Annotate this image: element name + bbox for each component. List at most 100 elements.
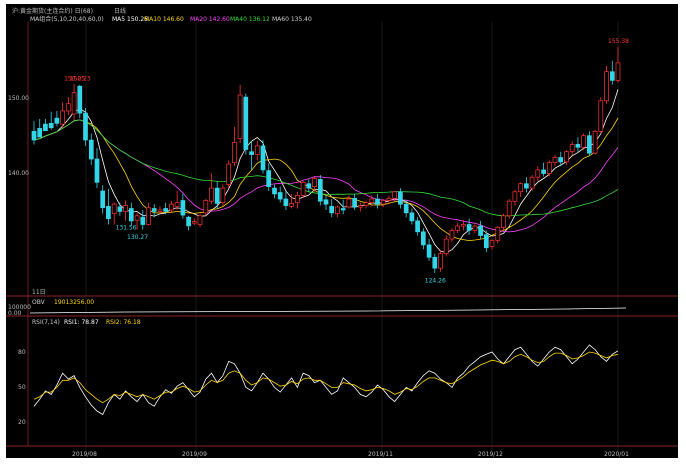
candle xyxy=(60,110,65,125)
mode-selector[interactable]: 日线 xyxy=(114,7,126,15)
candle xyxy=(357,205,363,208)
candle xyxy=(455,225,461,231)
price-annotations: 150.25150.23155.38130.27131.56124.26 xyxy=(64,38,629,284)
ma20-label: MA20 142.60 xyxy=(190,16,230,23)
candle xyxy=(558,157,564,163)
candle xyxy=(615,62,621,81)
candle xyxy=(604,71,609,102)
candle xyxy=(260,145,266,171)
candle xyxy=(111,203,117,214)
ma-group-label[interactable]: MA组合(5,10,20,40,60,0) xyxy=(30,15,104,23)
candle xyxy=(335,206,340,214)
candle xyxy=(254,145,260,155)
candle xyxy=(306,183,312,189)
rsi-label: RSI(7,14) xyxy=(32,319,60,326)
candle xyxy=(226,163,232,185)
candle xyxy=(312,178,317,187)
candle xyxy=(495,227,501,241)
x-tick-label: 2019/12 xyxy=(478,451,503,458)
candle xyxy=(249,151,254,155)
price-annotation: 155.38 xyxy=(608,38,629,45)
candle xyxy=(581,135,586,148)
rsi2-line xyxy=(33,351,619,404)
x-tick-label: 2019/09 xyxy=(182,451,207,458)
candle xyxy=(94,158,100,183)
chart-title: 沪:黄金期货(主连合约) 日(68) xyxy=(12,7,93,15)
candle xyxy=(232,141,237,164)
y-tick-label: 140.00 xyxy=(8,170,29,177)
candle xyxy=(174,202,180,207)
candle xyxy=(300,181,306,196)
candle xyxy=(363,202,369,206)
candle xyxy=(283,198,289,206)
rsi2-label: RSI2: 76.18 xyxy=(106,319,141,326)
candle xyxy=(415,220,420,233)
grid xyxy=(85,22,619,452)
candle xyxy=(535,169,541,178)
candle xyxy=(329,205,335,214)
candle xyxy=(489,240,495,247)
candle xyxy=(564,151,569,163)
candle xyxy=(375,198,380,205)
x-tick-label: 2020/01 xyxy=(604,451,629,458)
candle xyxy=(71,92,77,115)
y-tick-label: 150.00 xyxy=(8,95,29,102)
price-annotation: 150.23 xyxy=(70,76,91,83)
candle xyxy=(214,187,220,204)
candle xyxy=(438,253,443,269)
candle xyxy=(197,215,203,225)
chart-window: 沪:黄金期货(主连合约) 日(68) 日线 MA组合(5,10,20,40,60… xyxy=(6,4,678,458)
candle xyxy=(546,162,552,174)
candle xyxy=(117,206,123,212)
rsi-tick: 50 xyxy=(18,384,26,391)
candle xyxy=(140,216,146,225)
candle xyxy=(134,215,140,221)
x-tick-label: 2019/08 xyxy=(72,451,97,458)
obv-line xyxy=(29,307,627,314)
candle xyxy=(169,203,174,211)
rsi1-line xyxy=(33,344,619,416)
candle xyxy=(552,157,558,163)
candle xyxy=(449,229,455,240)
candle xyxy=(272,187,277,195)
candle xyxy=(575,144,581,148)
candle xyxy=(157,209,163,212)
candle xyxy=(409,212,415,222)
candle xyxy=(420,231,426,246)
candle xyxy=(37,128,43,138)
obv-tick: 0.00 xyxy=(8,310,22,317)
candle xyxy=(203,200,209,214)
ma5-label: MA5 150.26 xyxy=(112,16,148,23)
candle xyxy=(100,190,106,209)
candlestick-chart: 沪:黄金期货(主连合约) 日(68) 日线 MA组合(5,10,20,40,60… xyxy=(6,7,678,458)
candle xyxy=(163,208,169,212)
candle xyxy=(65,103,71,112)
candle xyxy=(609,71,615,81)
candle xyxy=(295,195,300,204)
candle xyxy=(220,187,226,204)
candle xyxy=(432,256,438,269)
candle xyxy=(380,200,386,205)
candle xyxy=(237,94,243,140)
candle xyxy=(289,203,294,207)
candle xyxy=(524,183,529,189)
candle xyxy=(352,197,357,208)
obv-value: 19013256.00 xyxy=(54,299,94,306)
ma60-label: MA60 135.40 xyxy=(272,16,312,23)
candle xyxy=(569,144,575,153)
candle xyxy=(518,183,524,193)
candle xyxy=(506,200,512,217)
candle xyxy=(77,85,83,114)
candle xyxy=(403,203,409,214)
candle xyxy=(106,205,111,220)
candle xyxy=(317,179,323,202)
candle xyxy=(340,208,346,211)
candle xyxy=(369,198,375,203)
candle xyxy=(529,176,535,189)
price-annotation: 124.26 xyxy=(425,278,446,285)
ma40-label: MA40 136.12 xyxy=(230,16,270,23)
candle xyxy=(43,123,48,132)
candle xyxy=(386,197,392,201)
candle xyxy=(88,139,94,160)
ma10-label: MA10 146.60 xyxy=(144,16,184,23)
